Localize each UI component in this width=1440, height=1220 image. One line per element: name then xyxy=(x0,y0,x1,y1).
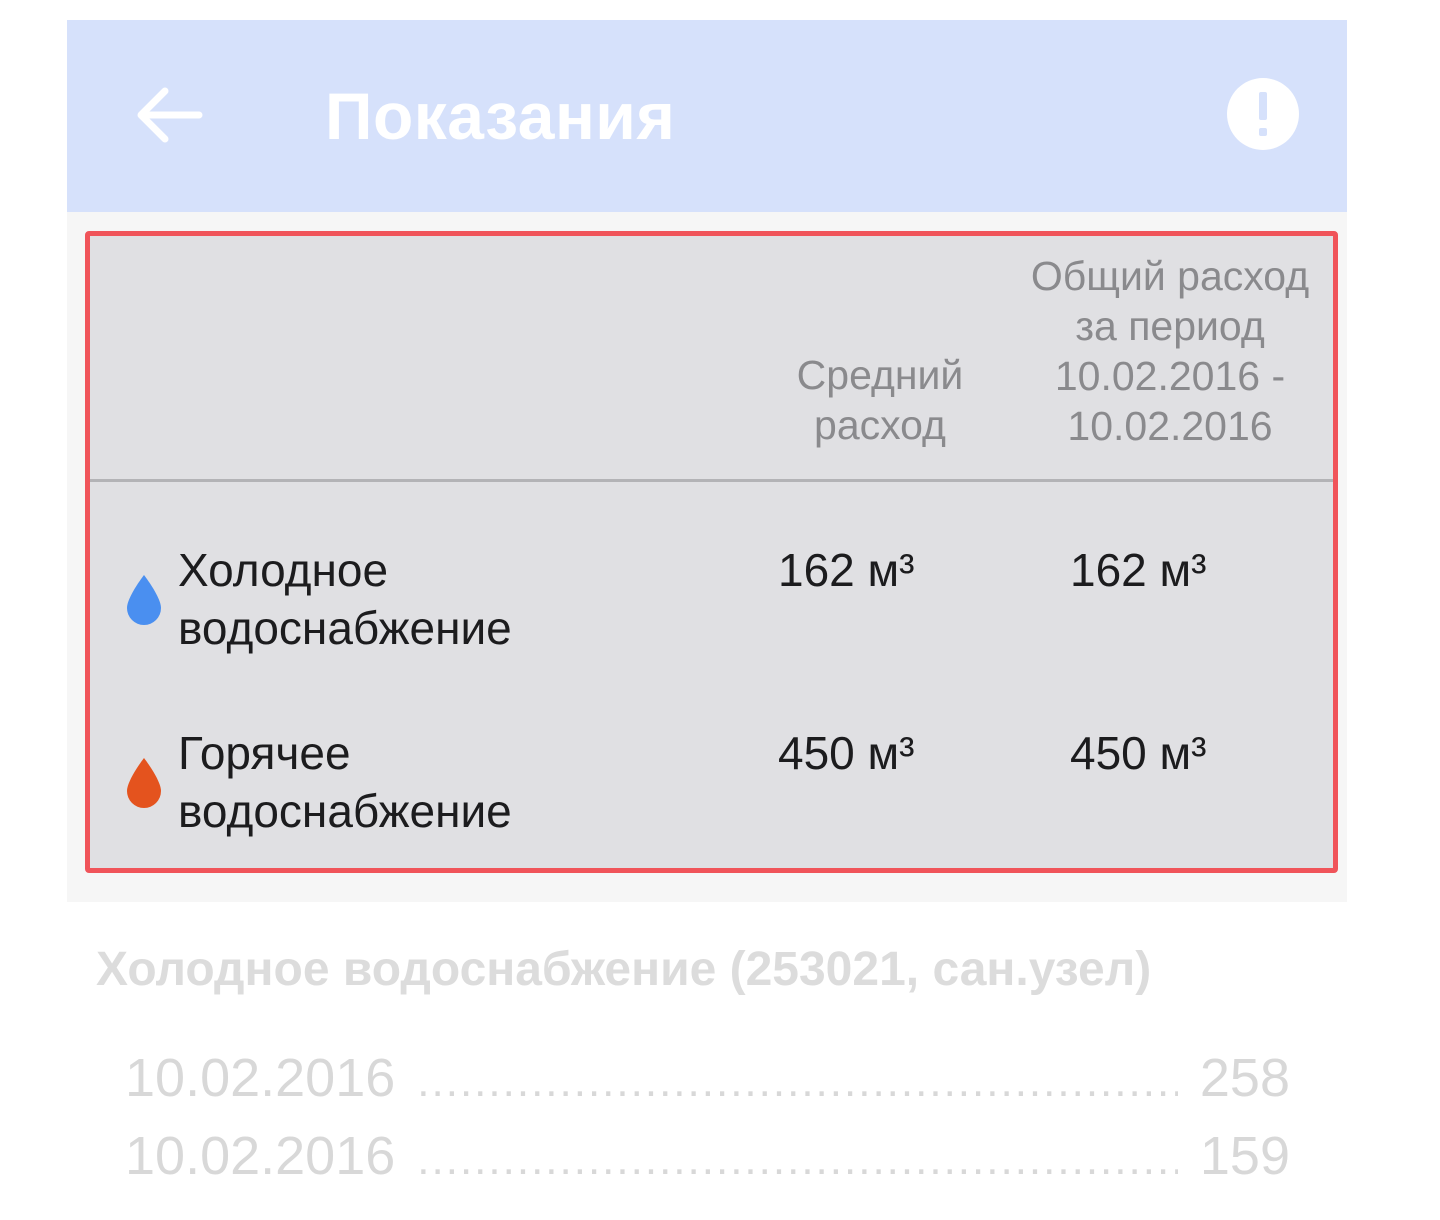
page-title: Показания xyxy=(325,79,676,153)
summary-header: Средний расход Общий расход за период 10… xyxy=(90,236,1333,482)
info-button[interactable] xyxy=(1225,76,1301,152)
row-label: Горячее водоснабжение xyxy=(178,724,512,840)
row-label-line: водоснабжение xyxy=(178,785,512,837)
avg-consumption-header: Средний расход xyxy=(730,350,1030,450)
water-drop-icon xyxy=(125,756,163,810)
row-label-line: Горячее xyxy=(178,727,351,779)
consumption-summary: Средний расход Общий расход за период 10… xyxy=(85,231,1338,873)
header-line: расход xyxy=(814,402,946,448)
reading-value: 258 xyxy=(1199,1048,1290,1108)
header-line: 10.02.2016 xyxy=(1067,403,1273,449)
app-bar: Показания xyxy=(67,20,1347,212)
total-consumption-header: Общий расход за период 10.02.2016 - 10.0… xyxy=(1010,251,1330,451)
row-label-line: водоснабжение xyxy=(178,602,512,654)
summary-row-cold-water: Холодное водоснабжение 162 м³ 162 м³ xyxy=(90,541,1333,691)
dot-leader: ........................................… xyxy=(417,1135,1178,1184)
reading-value: 159 xyxy=(1199,1126,1290,1186)
header-line: Общий расход xyxy=(1030,253,1310,299)
reading-row: 10.02.2016 .............................… xyxy=(125,1126,1290,1186)
alert-circle-icon xyxy=(1227,78,1299,150)
avg-value: 162 м³ xyxy=(778,544,915,596)
header-line: Средний xyxy=(796,352,964,398)
reading-date: 10.02.2016 xyxy=(125,1048,396,1108)
header-line: 10.02.2016 - xyxy=(1054,353,1286,399)
header-line: за период xyxy=(1075,303,1265,349)
summary-row-hot-water: Горячее водоснабжение 450 м³ 450 м³ xyxy=(90,724,1333,874)
water-drop-icon xyxy=(125,573,163,627)
total-value: 162 м³ xyxy=(1070,544,1207,596)
row-label: Холодное водоснабжение xyxy=(178,541,512,657)
total-value: 450 м³ xyxy=(1070,727,1207,779)
meter-section-title: Холодное водоснабжение (253021, сан.узел… xyxy=(96,943,1152,996)
back-button[interactable] xyxy=(129,75,209,155)
reading-row: 10.02.2016 .............................… xyxy=(125,1048,1290,1108)
reading-date: 10.02.2016 xyxy=(125,1126,396,1186)
dot-leader: ........................................… xyxy=(417,1057,1178,1106)
row-label-line: Холодное xyxy=(178,544,389,596)
avg-value: 450 м³ xyxy=(778,727,915,779)
arrow-left-icon xyxy=(137,87,203,143)
